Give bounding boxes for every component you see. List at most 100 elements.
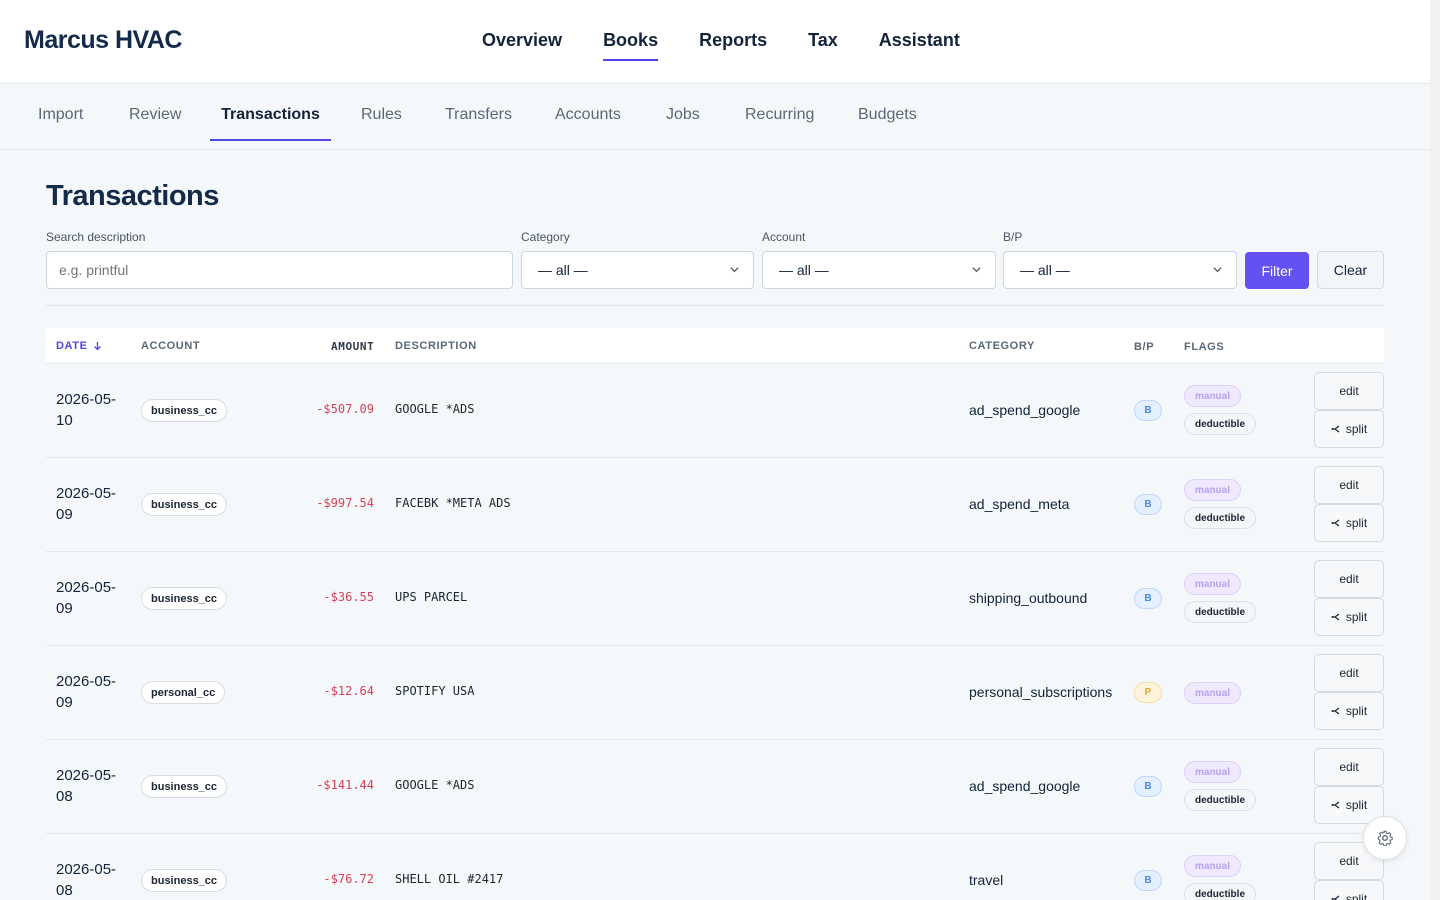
cell-category: travel [969,872,1004,888]
header-account[interactable]: ACCOUNT [141,340,200,352]
split-label: split [1345,704,1368,718]
account-pill: business_cc [141,869,228,892]
cell-category: ad_spend_google [969,778,1081,794]
category-select-value: — all — [538,262,588,278]
bp-select[interactable]: — all — [1003,251,1237,289]
cell-amount: -$141.44 [316,778,374,792]
edit-label: edit [1339,666,1359,680]
edit-button[interactable]: edit [1314,748,1384,786]
chevron-down-icon [1213,267,1222,273]
split-icon [1331,425,1340,433]
split-label: split [1345,610,1368,624]
edit-label: edit [1339,572,1359,586]
search-label: Search description [46,230,146,244]
edit-button[interactable]: edit [1314,654,1384,692]
settings-button[interactable] [1363,816,1407,860]
tab-transactions[interactable]: Transactions [210,106,331,141]
flag-deductible: deductible [1184,789,1257,811]
cell-date: 2026-05-09 [56,579,117,617]
cell-description: GOOGLE *ADS [395,778,475,792]
bp-badge: B [1134,588,1162,609]
scrollbar[interactable] [1430,0,1440,900]
nav-overview[interactable]: Overview [482,30,562,60]
nav-reports[interactable]: Reports [699,30,767,60]
header-date-label: DATE [56,340,88,352]
header-flags[interactable]: FLAGS [1184,341,1224,353]
bp-badge: B [1134,400,1162,421]
chevron-down-icon [730,267,739,273]
nav-books[interactable]: Books [603,30,659,61]
bp-badge: B [1134,494,1162,515]
cell-category: ad_spend_meta [969,496,1070,512]
cell-category: ad_spend_google [969,402,1081,418]
cell-amount: -$507.09 [316,402,374,416]
flag-manual: manual [1184,479,1242,501]
cell-description: SHELL OIL #2417 [395,872,504,886]
header-bp[interactable]: B/P [1134,341,1154,353]
bp-badge: B [1134,776,1162,797]
split-button[interactable]: split [1314,880,1384,900]
table-row: 2026-05-09 business_cc -$997.54 FACEBK *MET… [46,458,1384,552]
tab-review[interactable]: Review [129,106,181,141]
cell-amount: -$12.64 [323,684,374,698]
cell-description: GOOGLE *ADS [395,402,475,416]
header-date[interactable]: DATE [56,340,102,352]
flag-manual: manual [1184,855,1242,877]
tab-jobs[interactable]: Jobs [666,106,700,141]
bp-badge: P [1134,682,1162,703]
header-amount[interactable]: AMOUNT [331,340,374,353]
edit-label: edit [1339,478,1359,492]
cell-date: 2026-05-08 [56,861,117,899]
cell-category: personal_subscriptions [969,684,1113,700]
bp-select-value: — all — [1020,262,1070,278]
table-row: 2026-05-08 business_cc -$76.72 SHELL OIL #2… [46,834,1384,900]
split-icon [1331,895,1340,900]
sub-nav: Import Review Transactions Rules Transfe… [0,84,1430,150]
table-row: 2026-05-08 business_cc -$141.44 GOOGLE *ADS… [46,740,1384,834]
flag-deductible: deductible [1184,413,1257,435]
cell-amount: -$36.55 [323,590,374,604]
split-button[interactable]: split [1314,598,1384,636]
flag-deductible: deductible [1184,601,1257,623]
cell-amount: -$997.54 [316,496,374,510]
header-category[interactable]: CATEGORY [969,340,1035,352]
brand-logo[interactable]: Marcus HVAC [24,26,182,55]
top-bar: Marcus HVAC Overview Books Reports Tax A… [0,0,1430,84]
edit-button[interactable]: edit [1314,560,1384,598]
clear-button[interactable]: Clear [1317,251,1384,289]
account-select[interactable]: — all — [762,251,996,289]
tab-rules[interactable]: Rules [361,106,402,141]
split-label: split [1345,422,1368,436]
bp-badge: B [1134,870,1162,891]
split-label: split [1345,516,1368,530]
split-label: split [1345,892,1368,900]
split-button[interactable]: split [1314,504,1384,542]
split-label: split [1345,798,1368,812]
flag-deductible: deductible [1184,883,1257,900]
category-select[interactable]: — all — [521,251,754,289]
tab-import[interactable]: Import [38,106,83,141]
split-button[interactable]: split [1314,410,1384,448]
tab-accounts[interactable]: Accounts [555,106,621,141]
filter-button[interactable]: Filter [1245,252,1309,289]
cell-description: FACEBK *META ADS [395,496,511,510]
table-row: 2026-05-09 personal_cc -$12.64 SPOTIFY USA p… [46,646,1384,740]
account-pill: business_cc [141,399,228,422]
bp-label: B/P [1003,230,1023,244]
edit-button[interactable]: edit [1314,466,1384,504]
nav-assistant[interactable]: Assistant [879,30,960,60]
cell-date: 2026-05-09 [56,485,117,523]
tab-recurring[interactable]: Recurring [745,106,814,141]
tab-budgets[interactable]: Budgets [858,106,917,141]
nav-tax[interactable]: Tax [808,30,838,60]
flag-deductible: deductible [1184,507,1257,529]
edit-button[interactable]: edit [1314,372,1384,410]
table-row: 2026-05-09 business_cc -$36.55 UPS PARCEL sh… [46,552,1384,646]
table-row: 2026-05-10 business_cc -$507.09 GOOGLE *ADS… [46,364,1384,458]
header-description[interactable]: DESCRIPTION [395,340,477,352]
tab-transfers[interactable]: Transfers [445,106,512,141]
cell-description: UPS PARCEL [395,590,468,604]
account-pill: personal_cc [141,681,226,704]
split-button[interactable]: split [1314,692,1384,730]
search-input[interactable] [46,251,513,289]
